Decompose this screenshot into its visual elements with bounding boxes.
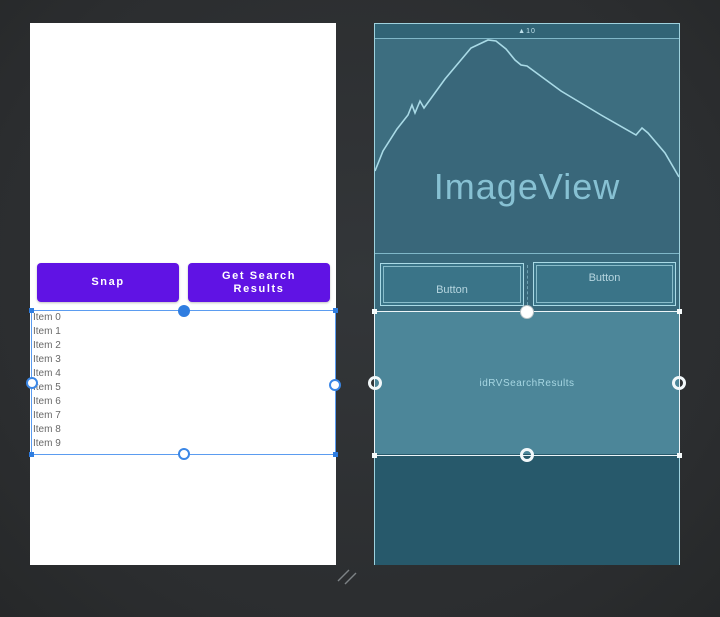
constraint-handle-bottom[interactable] [520, 448, 534, 462]
selection-corner[interactable] [29, 452, 34, 457]
selection-corner[interactable] [677, 309, 682, 314]
snap-button[interactable]: Snap [37, 263, 179, 302]
selection-corner[interactable] [372, 309, 377, 314]
blueprint-surface[interactable]: ▲10 ImageView Button Button idRVSearchRe… [368, 23, 686, 565]
constraint-handle-right[interactable] [672, 376, 686, 390]
constraint-handle-top[interactable] [177, 305, 190, 317]
constraint-handle-left[interactable] [26, 377, 38, 389]
snap-button-label: Snap [91, 276, 125, 288]
button-widget-2-label: Button [588, 272, 621, 284]
bottom-view-widget[interactable] [375, 454, 679, 565]
selection-corner[interactable] [333, 308, 338, 313]
margin-guide-line [527, 265, 528, 305]
button-widget-1[interactable]: Button [380, 263, 524, 306]
selection-corner[interactable] [29, 308, 34, 313]
imageview-placeholder-mountain-icon [375, 39, 679, 253]
get-search-results-label: Get Search Results [221, 269, 297, 295]
get-search-results-button[interactable]: Get Search Results [188, 263, 330, 302]
selection-box-design[interactable] [26, 305, 341, 460]
constraint-handle-top[interactable] [520, 305, 534, 319]
blueprint-status-bar: ▲10 [375, 24, 679, 39]
selection-corner[interactable] [677, 453, 682, 458]
constraint-handle-left[interactable] [368, 376, 382, 390]
resize-handle-icon[interactable] [336, 566, 358, 586]
design-surface[interactable]: Snap Get Search Results Item 0 Item 1 It… [26, 23, 341, 565]
imageview-widget[interactable]: ImageView [375, 166, 679, 208]
status-indicator: ▲10 [518, 27, 536, 35]
button-widget-2[interactable]: Button [533, 262, 676, 306]
button-widget-1-label: Button [436, 284, 468, 296]
selection-corner[interactable] [333, 452, 338, 457]
selection-box-blueprint[interactable] [368, 305, 686, 462]
constraint-handle-bottom[interactable] [177, 448, 190, 460]
constraint-handle-right[interactable] [329, 379, 341, 391]
selection-corner[interactable] [372, 453, 377, 458]
